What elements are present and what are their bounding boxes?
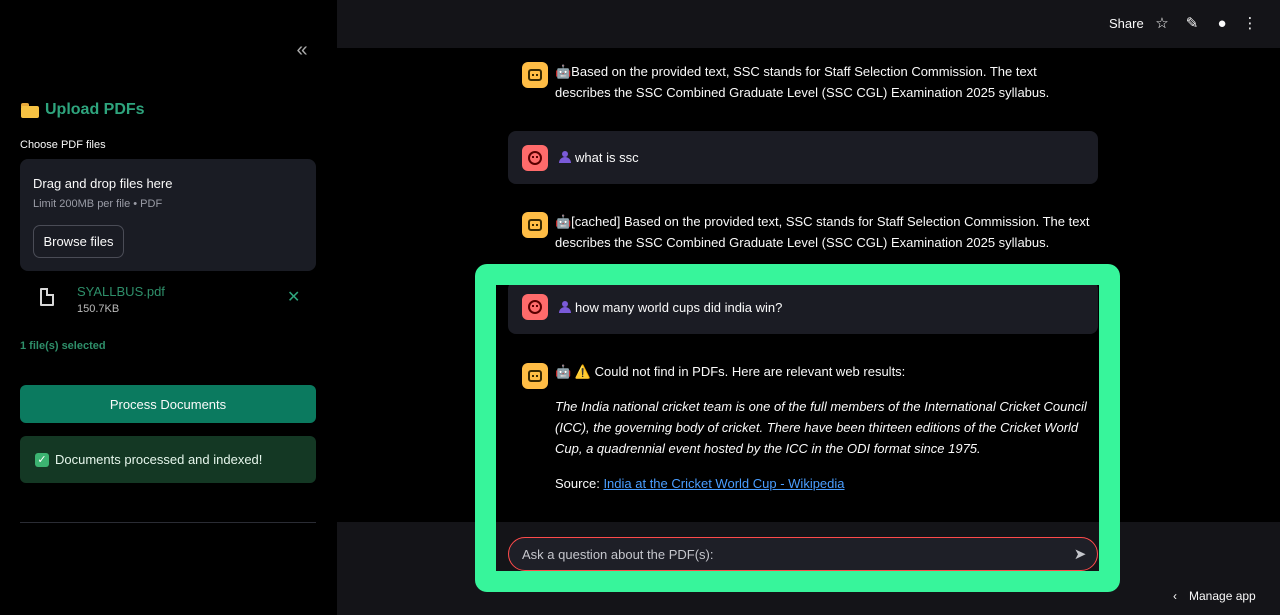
dropzone-limit: Limit 200MB per file • PDF — [33, 198, 163, 210]
share-button[interactable]: Share — [1109, 16, 1144, 31]
star-icon[interactable]: ☆ — [1153, 14, 1171, 32]
file-dropzone[interactable]: Drag and drop files here Limit 200MB per… — [20, 159, 316, 271]
upload-section-title: Upload PDFs — [21, 101, 145, 119]
uploaded-file-item: SYALLBUS.pdf 150.7KB ✕ — [38, 283, 304, 319]
bot-avatar-icon — [522, 363, 548, 389]
message-content: how many world cups did india win? — [559, 297, 1079, 318]
user-avatar-icon — [522, 294, 548, 320]
message-text: 🤖 ⚠️ Could not find in PDFs. Here are re… — [555, 364, 906, 379]
edit-icon[interactable]: ✎ — [1183, 14, 1201, 32]
success-message: Documents processed and indexed! — [55, 452, 263, 467]
manage-app-label: Manage app — [1189, 589, 1256, 603]
chat-message-assistant: 🤖Based on the provided text, SSC stands … — [508, 58, 1098, 118]
file-icon — [40, 288, 54, 306]
folder-icon — [21, 102, 39, 118]
github-icon[interactable]: ● — [1213, 14, 1231, 32]
chat-input-container: ➤ — [508, 537, 1098, 571]
file-size: 150.7KB — [77, 303, 120, 315]
message-text: how many world cups did india win? — [575, 300, 783, 315]
chat-message-user: how many world cups did india win? — [508, 281, 1098, 334]
person-icon — [559, 151, 571, 163]
chat-input[interactable] — [522, 538, 1052, 570]
bot-avatar-icon — [522, 62, 548, 88]
process-documents-button[interactable]: Process Documents — [20, 385, 316, 423]
person-icon — [559, 301, 571, 313]
message-text: 🤖[cached] Based on the provided text, SS… — [555, 214, 1090, 250]
message-text: what is ssc — [575, 150, 639, 165]
chat-message-assistant: 🤖 ⚠️ Could not find in PDFs. Here are re… — [508, 358, 1098, 508]
file-name: SYALLBUS.pdf — [77, 284, 165, 299]
chevron-left-icon: ‹ — [1173, 589, 1177, 603]
source-label: Source: — [555, 476, 600, 491]
send-icon[interactable]: ➤ — [1071, 545, 1089, 563]
chevrons-left-icon[interactable]: « — [292, 39, 312, 61]
success-alert: ✓ Documents processed and indexed! — [20, 436, 316, 483]
choose-files-label: Choose PDF files — [20, 139, 106, 151]
chat-message-user: what is ssc — [508, 131, 1098, 184]
manage-app-button[interactable]: ‹ Manage app — [1173, 589, 1256, 603]
bot-avatar-icon — [522, 212, 548, 238]
message-text: 🤖Based on the provided text, SSC stands … — [555, 64, 1050, 100]
web-result-quote: The India national cricket team is one o… — [555, 399, 1087, 456]
files-selected-status: 1 file(s) selected — [20, 340, 106, 352]
browse-files-button[interactable]: Browse files — [33, 225, 124, 258]
divider — [20, 522, 316, 523]
more-vertical-icon[interactable]: ⋮ — [1241, 14, 1259, 32]
main-area: Share ☆ ✎ ● ⋮ 🤖Based on the provided tex… — [337, 0, 1280, 615]
sidebar: « Upload PDFs Choose PDF files Drag and … — [0, 0, 337, 615]
source-link[interactable]: India at the Cricket World Cup - Wikiped… — [603, 476, 844, 491]
chat-input-bar: ➤ — [337, 522, 1280, 615]
source-line: Source: India at the Cricket World Cup -… — [555, 473, 1095, 494]
dropzone-title: Drag and drop files here — [33, 176, 173, 191]
chat-message-assistant: 🤖[cached] Based on the provided text, SS… — [508, 208, 1098, 268]
user-avatar-icon — [522, 145, 548, 171]
message-content: what is ssc — [559, 147, 1079, 168]
app-header: Share ☆ ✎ ● ⋮ — [337, 0, 1280, 48]
check-icon: ✓ — [35, 452, 49, 467]
close-icon[interactable]: ✕ — [287, 287, 300, 307]
upload-title-text: Upload PDFs — [45, 101, 145, 118]
